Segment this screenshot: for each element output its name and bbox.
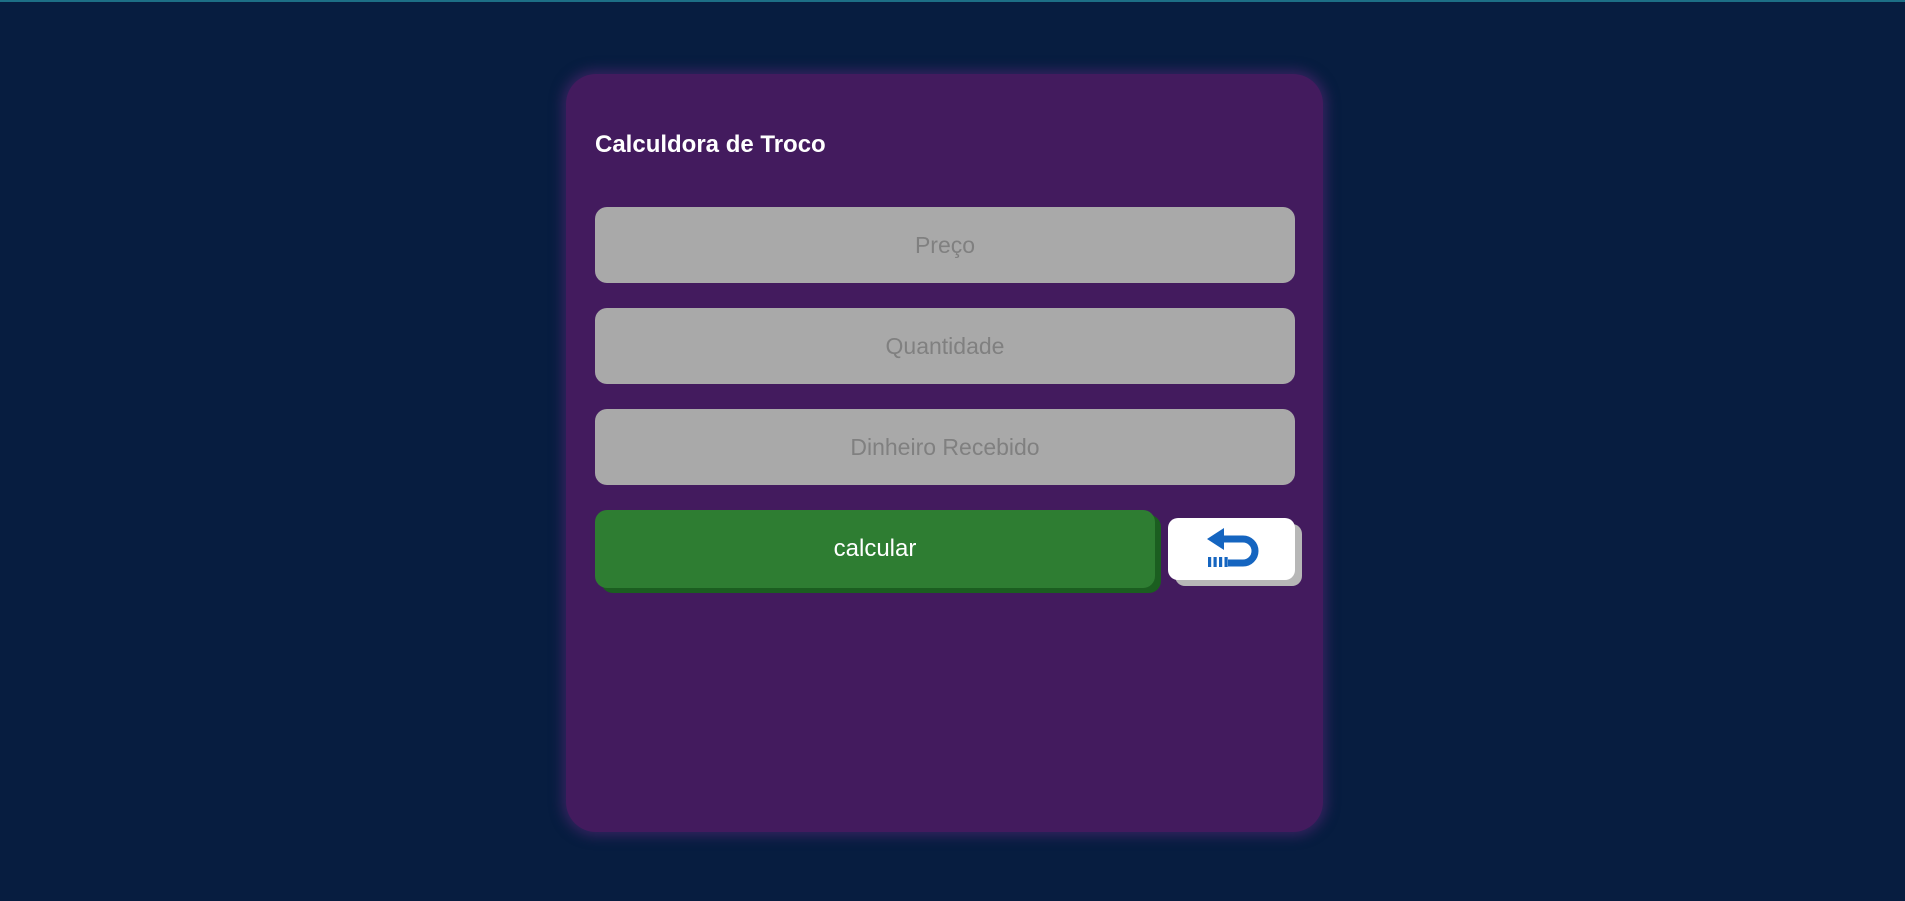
page-title: Calculdora de Troco — [595, 131, 826, 158]
price-input[interactable] — [595, 207, 1295, 283]
cash-received-input[interactable] — [595, 409, 1295, 485]
calculate-button[interactable]: calcular — [595, 510, 1155, 588]
calculator-card: Calculdora de Troco calcular — [566, 74, 1323, 832]
top-border-line — [0, 0, 1905, 2]
quantity-input[interactable] — [595, 308, 1295, 384]
back-button[interactable] — [1168, 518, 1295, 580]
undo-arrow-icon — [1205, 527, 1259, 571]
